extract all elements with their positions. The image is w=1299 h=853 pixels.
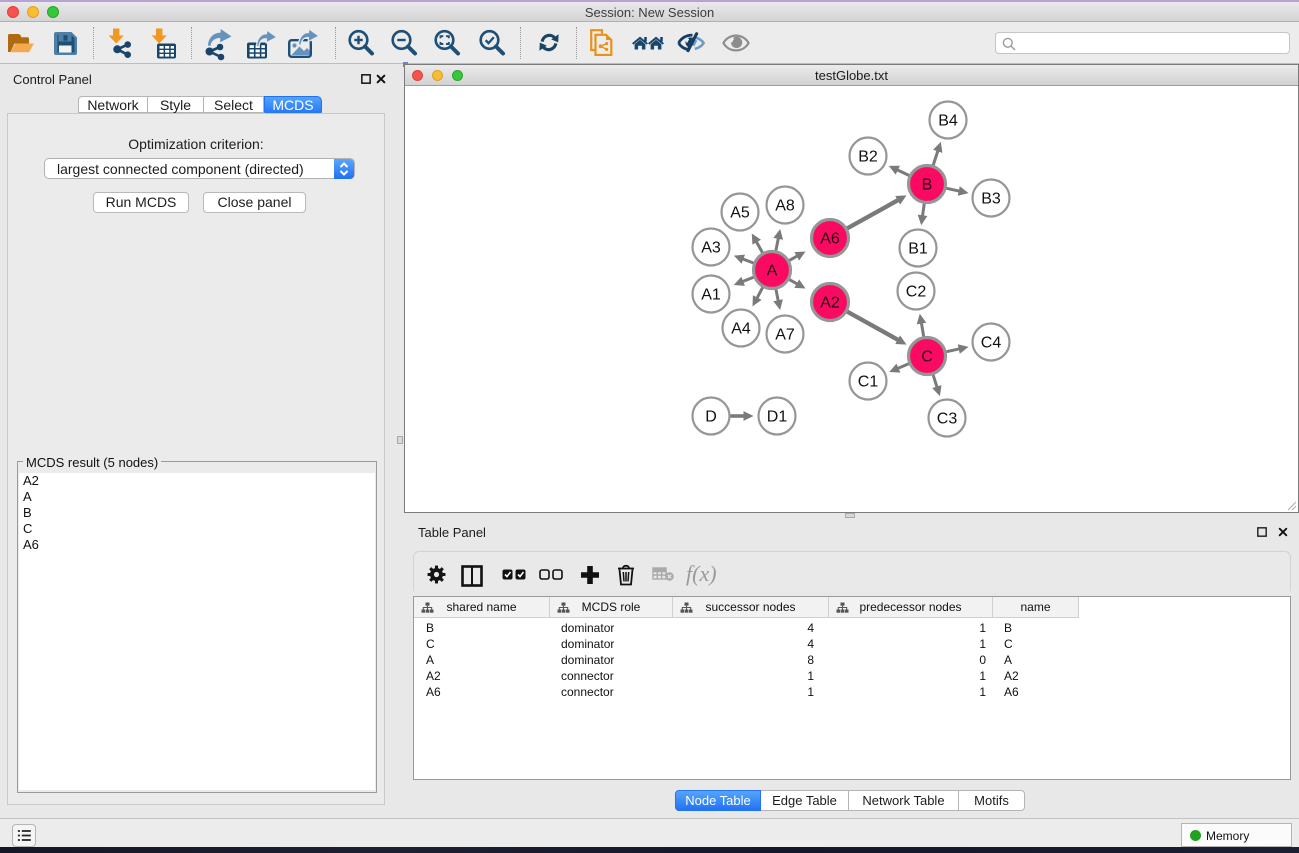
svg-text:A5: A5	[730, 205, 750, 222]
svg-text:B4: B4	[938, 113, 958, 130]
svg-text:A6: A6	[820, 231, 840, 248]
svg-text:C: C	[921, 349, 933, 366]
svg-text:C1: C1	[858, 374, 879, 391]
svg-text:C4: C4	[981, 335, 1002, 352]
svg-text:C3: C3	[937, 411, 958, 428]
svg-text:D1: D1	[767, 409, 788, 426]
svg-text:B1: B1	[908, 241, 928, 258]
svg-text:B2: B2	[858, 149, 878, 166]
svg-text:C2: C2	[906, 284, 927, 301]
svg-text:A1: A1	[701, 287, 721, 304]
svg-text:A4: A4	[731, 321, 751, 338]
svg-text:B: B	[922, 177, 933, 194]
svg-text:B3: B3	[981, 191, 1001, 208]
svg-text:A2: A2	[820, 295, 840, 312]
svg-text:D: D	[705, 409, 717, 426]
svg-text:A8: A8	[775, 198, 795, 215]
svg-text:A3: A3	[701, 240, 721, 257]
svg-text:A: A	[767, 263, 778, 280]
svg-text:A7: A7	[775, 327, 795, 344]
